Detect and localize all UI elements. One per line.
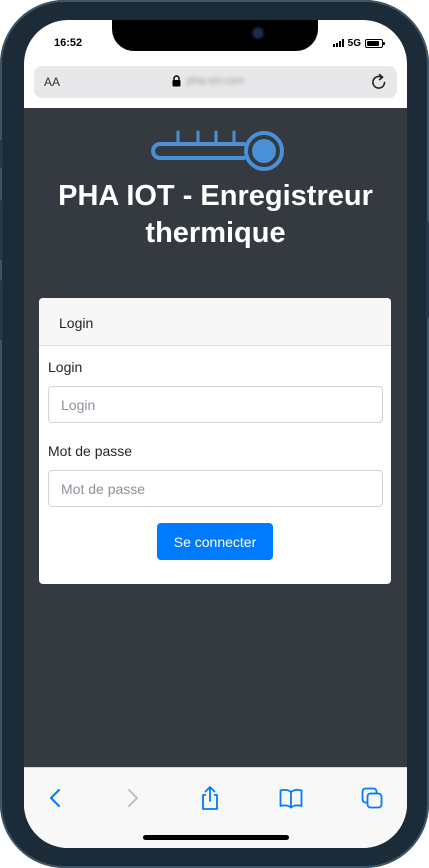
password-label: Mot de passe [48, 443, 133, 459]
card-header: Login [39, 298, 391, 346]
login-card: Login Login Mot de passe Se connecter [39, 298, 391, 584]
tabs-icon [361, 787, 383, 809]
volume-up-button [0, 200, 3, 260]
battery-icon [365, 38, 385, 48]
status-time: 16:52 [54, 37, 83, 49]
chevron-left-icon [50, 789, 60, 807]
login-label: Login [48, 359, 83, 375]
signal-icon [332, 39, 344, 47]
share-button[interactable] [196, 784, 224, 812]
login-button[interactable]: Se connecter [157, 523, 273, 560]
url-display[interactable]: pha-iot.com [172, 75, 244, 87]
book-icon [279, 788, 303, 809]
phone-frame: 16:52 5G AA pha-iot.com PHA IOT - Enregi… [0, 0, 429, 868]
share-icon [202, 786, 218, 810]
url-text: pha-iot.com [187, 75, 245, 87]
chevron-right-icon [128, 789, 138, 807]
back-button[interactable] [42, 784, 70, 812]
battery-level [367, 40, 379, 46]
thermometer-icon [151, 130, 284, 171]
notch [112, 20, 318, 51]
tabs-button[interactable] [358, 784, 386, 812]
network-type: 5G [347, 37, 361, 49]
status-indicators: 5G [332, 37, 385, 49]
phone-screen: 16:52 5G AA pha-iot.com PHA IOT - Enregi… [24, 20, 407, 848]
forward-button[interactable] [118, 784, 146, 812]
login-input[interactable] [48, 386, 383, 423]
reload-icon[interactable] [369, 72, 389, 92]
password-input[interactable] [48, 470, 383, 507]
text-size-button[interactable]: AA [44, 75, 60, 89]
web-content: PHA IOT - Enregistreur thermique Login L… [24, 108, 407, 767]
home-indicator [143, 835, 289, 840]
page-title: PHA IOT - Enregistreur thermique [58, 180, 373, 249]
mute-switch [0, 140, 3, 168]
volume-down-button [0, 280, 3, 340]
address-bar[interactable]: AA pha-iot.com [34, 66, 397, 98]
front-camera [253, 28, 263, 38]
browser-toolbar [24, 767, 407, 848]
lock-icon [172, 75, 181, 87]
bookmarks-button[interactable] [277, 784, 305, 812]
